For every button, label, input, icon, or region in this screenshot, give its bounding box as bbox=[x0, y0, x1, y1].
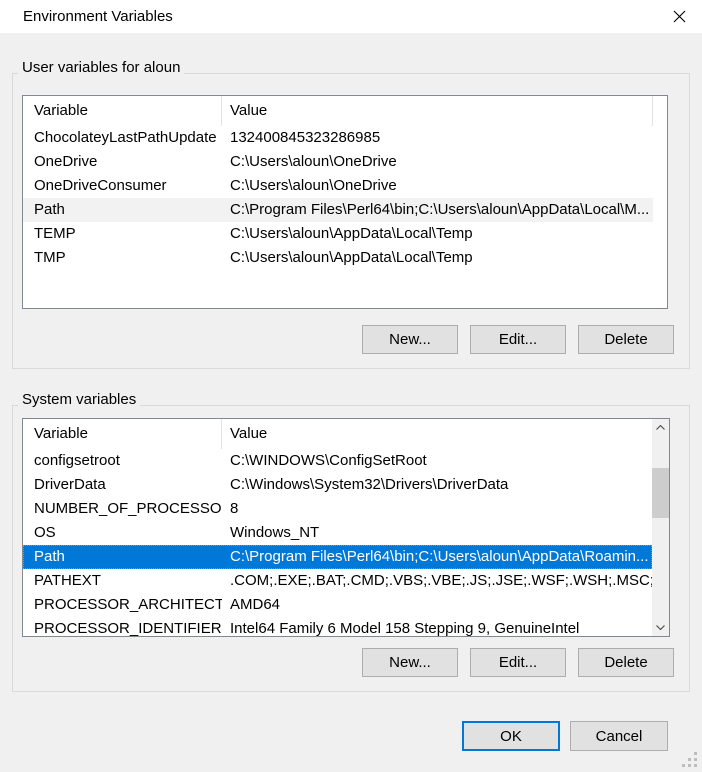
variable-cell: DriverData bbox=[23, 473, 222, 497]
table-row[interactable]: PATHEXT.COM;.EXE;.BAT;.CMD;.VBS;.VBE;.JS… bbox=[23, 569, 652, 593]
system-new-button[interactable]: New... bbox=[362, 648, 458, 677]
chevron-down-icon bbox=[656, 625, 665, 630]
value-cell: .COM;.EXE;.BAT;.CMD;.VBS;.VBE;.JS;.JSE;.… bbox=[222, 569, 652, 593]
user-delete-button[interactable]: Delete bbox=[578, 325, 674, 354]
variable-cell: configsetroot bbox=[23, 449, 222, 473]
scroll-up-button[interactable] bbox=[652, 419, 669, 436]
scroll-down-button[interactable] bbox=[652, 619, 669, 636]
user-variables-rows: ChocolateyLastPathUpdate1324008453232869… bbox=[23, 126, 667, 270]
close-button[interactable] bbox=[657, 0, 702, 33]
value-cell: Windows_NT bbox=[222, 521, 652, 545]
table-row[interactable]: OneDriveConsumerC:\Users\aloun\OneDrive bbox=[23, 174, 653, 198]
system-variables-list[interactable]: Variable Value configsetrootC:\WINDOWS\C… bbox=[22, 418, 670, 637]
window-title: Environment Variables bbox=[23, 0, 173, 33]
variable-cell: PROCESSOR_ARCHITECTU... bbox=[23, 593, 222, 617]
column-header-variable[interactable]: Variable bbox=[23, 419, 222, 449]
system-variables-legend: System variables bbox=[18, 390, 140, 409]
scrollbar-thumb[interactable] bbox=[652, 468, 669, 518]
system-edit-button[interactable]: Edit... bbox=[470, 648, 566, 677]
chevron-up-icon bbox=[656, 425, 665, 430]
close-icon bbox=[673, 10, 686, 23]
table-row[interactable]: PathC:\Program Files\Perl64\bin;C:\Users… bbox=[23, 545, 652, 569]
value-cell: Intel64 Family 6 Model 158 Stepping 9, G… bbox=[222, 617, 652, 636]
table-row[interactable]: PROCESSOR_IDENTIFIERIntel64 Family 6 Mod… bbox=[23, 617, 652, 636]
user-variables-legend: User variables for aloun bbox=[18, 58, 184, 77]
value-cell: C:\Users\aloun\AppData\Local\Temp bbox=[222, 246, 653, 270]
vertical-scrollbar[interactable] bbox=[652, 419, 669, 636]
table-row[interactable]: NUMBER_OF_PROCESSORS8 bbox=[23, 497, 652, 521]
value-cell: C:\WINDOWS\ConfigSetRoot bbox=[222, 449, 652, 473]
value-cell: C:\Windows\System32\Drivers\DriverData bbox=[222, 473, 652, 497]
resize-grip-icon[interactable] bbox=[682, 752, 698, 768]
variable-cell: OneDrive bbox=[23, 150, 222, 174]
table-row[interactable]: PROCESSOR_ARCHITECTU...AMD64 bbox=[23, 593, 652, 617]
system-variables-rows: configsetrootC:\WINDOWS\ConfigSetRootDri… bbox=[23, 449, 652, 636]
value-cell: C:\Users\aloun\OneDrive bbox=[222, 150, 653, 174]
variable-cell: PROCESSOR_IDENTIFIER bbox=[23, 617, 222, 636]
ok-button[interactable]: OK bbox=[462, 721, 560, 751]
value-cell: C:\Program Files\Perl64\bin;C:\Users\alo… bbox=[222, 545, 652, 569]
value-cell: 132400845323286985 bbox=[222, 126, 653, 150]
table-row[interactable]: DriverDataC:\Windows\System32\Drivers\Dr… bbox=[23, 473, 652, 497]
variable-cell: PATHEXT bbox=[23, 569, 222, 593]
value-cell: AMD64 bbox=[222, 593, 652, 617]
value-cell: C:\Users\aloun\AppData\Local\Temp bbox=[222, 222, 653, 246]
table-row[interactable]: configsetrootC:\WINDOWS\ConfigSetRoot bbox=[23, 449, 652, 473]
table-row[interactable]: PathC:\Program Files\Perl64\bin;C:\Users… bbox=[23, 198, 653, 222]
table-row[interactable]: TEMPC:\Users\aloun\AppData\Local\Temp bbox=[23, 222, 653, 246]
column-header-value[interactable]: Value bbox=[222, 419, 652, 449]
variable-cell: NUMBER_OF_PROCESSORS bbox=[23, 497, 222, 521]
user-list-header: Variable Value bbox=[23, 96, 667, 126]
variable-cell: TEMP bbox=[23, 222, 222, 246]
value-cell: 8 bbox=[222, 497, 652, 521]
table-row[interactable]: ChocolateyLastPathUpdate1324008453232869… bbox=[23, 126, 653, 150]
table-row[interactable]: OSWindows_NT bbox=[23, 521, 652, 545]
value-cell: C:\Program Files\Perl64\bin;C:\Users\alo… bbox=[222, 198, 653, 222]
variable-cell: Path bbox=[23, 198, 222, 222]
variable-cell: OneDriveConsumer bbox=[23, 174, 222, 198]
value-cell: C:\Users\aloun\OneDrive bbox=[222, 174, 653, 198]
variable-cell: TMP bbox=[23, 246, 222, 270]
user-new-button[interactable]: New... bbox=[362, 325, 458, 354]
variable-cell: ChocolateyLastPathUpdate bbox=[23, 126, 222, 150]
user-edit-button[interactable]: Edit... bbox=[470, 325, 566, 354]
title-bar: Environment Variables bbox=[0, 0, 702, 33]
variable-cell: OS bbox=[23, 521, 222, 545]
column-header-variable[interactable]: Variable bbox=[23, 96, 222, 126]
system-delete-button[interactable]: Delete bbox=[578, 648, 674, 677]
column-header-value[interactable]: Value bbox=[222, 96, 653, 126]
user-variables-list[interactable]: Variable Value ChocolateyLastPathUpdate1… bbox=[22, 95, 668, 309]
table-row[interactable]: TMPC:\Users\aloun\AppData\Local\Temp bbox=[23, 246, 653, 270]
cancel-button[interactable]: Cancel bbox=[570, 721, 668, 751]
system-list-header: Variable Value bbox=[23, 419, 652, 449]
variable-cell: Path bbox=[23, 545, 222, 569]
table-row[interactable]: OneDriveC:\Users\aloun\OneDrive bbox=[23, 150, 653, 174]
